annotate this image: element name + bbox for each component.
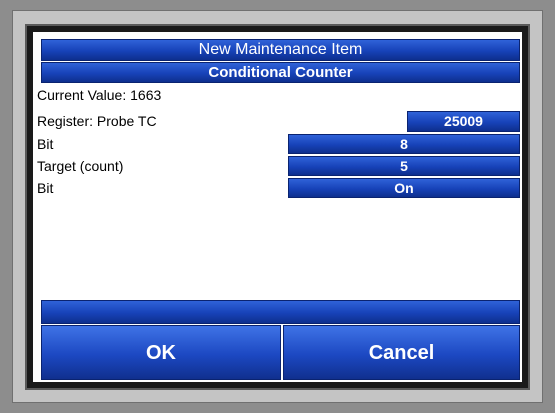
current-value-label: Current Value: 1663	[37, 87, 162, 103]
register-label: Register: Probe TC	[37, 113, 157, 129]
bit-state-button[interactable]: On	[288, 178, 520, 198]
bit-state-label: Bit	[37, 180, 54, 196]
ok-button[interactable]: OK	[41, 325, 281, 380]
cancel-button[interactable]: Cancel	[283, 325, 520, 380]
target-count-label: Target (count)	[37, 158, 124, 174]
register-value-button[interactable]: 25009	[407, 111, 520, 132]
touch-screen: New Maintenance Item Conditional Counter…	[33, 32, 522, 382]
status-bar	[41, 300, 520, 324]
target-count-button[interactable]: 5	[288, 156, 520, 176]
page-title: New Maintenance Item	[41, 39, 520, 61]
page-subtitle: Conditional Counter	[41, 62, 520, 83]
bit-label: Bit	[37, 136, 54, 152]
bit-value-button[interactable]: 8	[288, 134, 520, 154]
